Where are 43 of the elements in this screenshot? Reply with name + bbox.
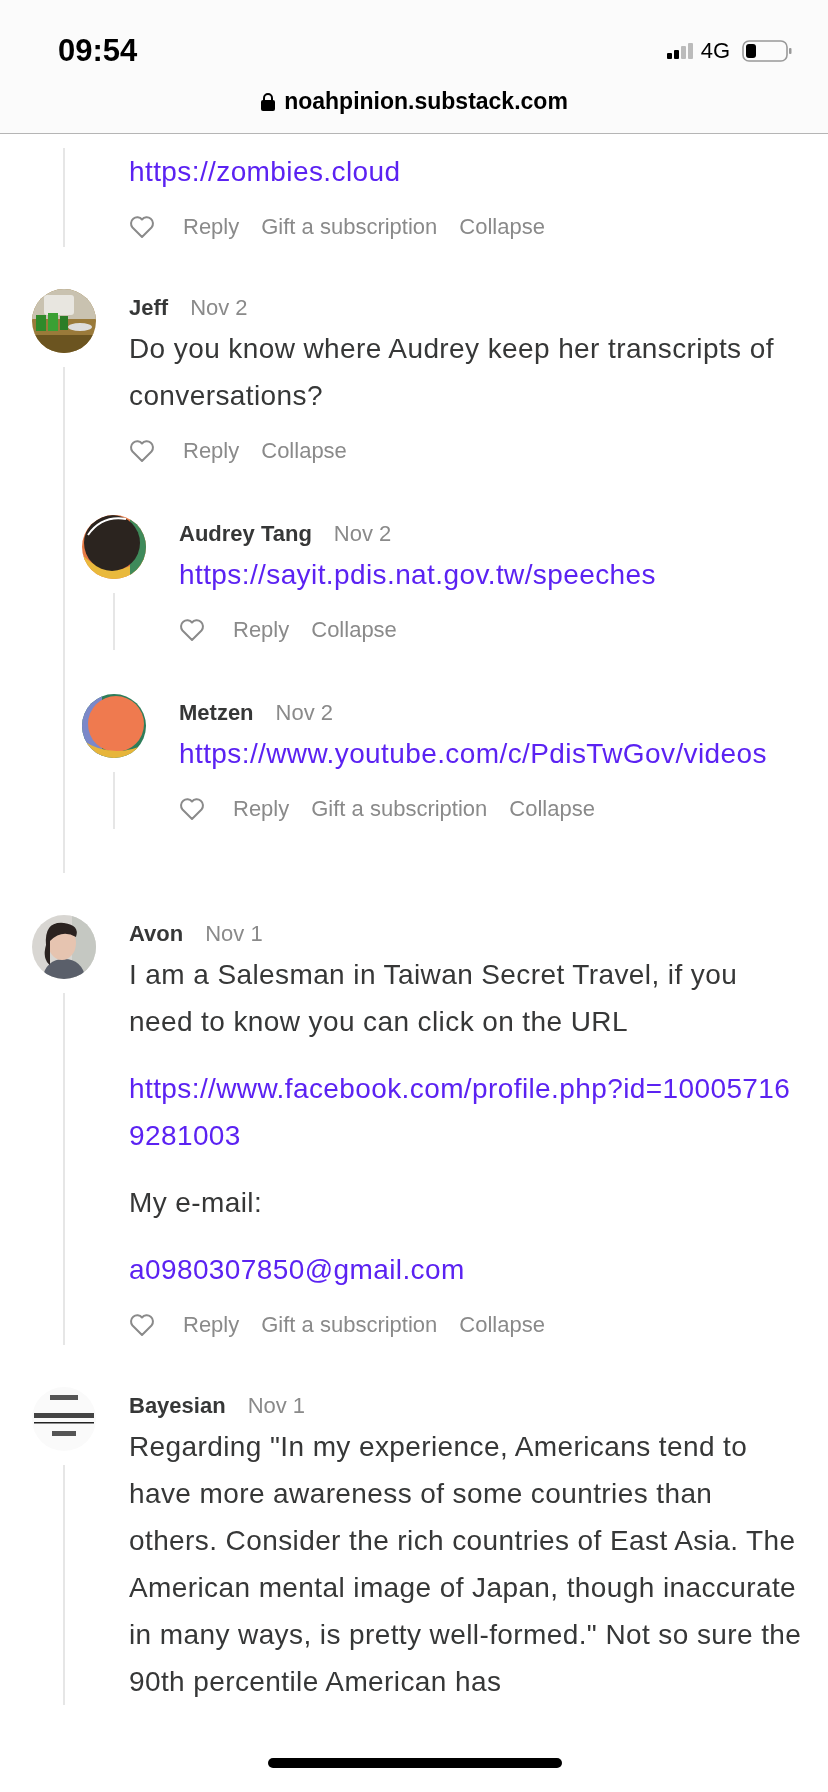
network-label: 4G: [700, 38, 730, 64]
comment-text: I am a Salesman in Taiwan Secret Travel, if you need to know you can click on the URL: [129, 958, 739, 1039]
comment-date: Nov 1: [205, 921, 263, 947]
comment-text: My e-mail:: [129, 1186, 264, 1220]
signal-icon: [666, 43, 693, 59]
action-link[interactable]: Collapse: [311, 617, 397, 643]
author-name[interactable]: Audrey Tang: [179, 521, 312, 547]
comment-text: Regarding "In my experience, Americans tend to have more awareness of some countries than others. Consider the rich countries of East Asia. The American mental image of Japan, though inaccurate in many ways, is pretty well-formed." Not so sure the 90th percentile American has: [129, 1430, 802, 1699]
action-link[interactable]: Collapse: [261, 438, 347, 464]
action-link[interactable]: Reply: [183, 214, 240, 240]
comment-link[interactable]: https://sayit.pdis.nat.gov.tw/speeches: [179, 551, 802, 598]
like-heart-icon[interactable]: [179, 617, 205, 643]
action-link[interactable]: Collapse: [459, 1312, 545, 1338]
like-heart-icon[interactable]: [179, 796, 205, 822]
like-heart-icon[interactable]: [129, 438, 155, 464]
clock: 09:54: [58, 33, 138, 69]
comment-text: Do you know where Audrey keep her transcripts of conversations?: [129, 332, 775, 413]
lock-icon: [260, 91, 277, 112]
author-name[interactable]: Metzen: [179, 700, 254, 726]
like-heart-icon[interactable]: [129, 214, 155, 240]
comment-link[interactable]: https://zombies.cloud: [129, 148, 802, 195]
comment-link[interactable]: https://www.facebook.com/profile.php?id=100057169281003: [129, 1065, 802, 1159]
action-link[interactable]: Collapse: [509, 796, 595, 822]
action-link[interactable]: Reply: [183, 1312, 240, 1338]
action-link[interactable]: Gift a subscription: [261, 214, 438, 240]
action-link[interactable]: Reply: [183, 438, 240, 464]
url-text[interactable]: noahpinion.substack.com: [284, 88, 568, 115]
comment-date: Nov 2: [275, 700, 334, 726]
like-heart-icon[interactable]: [129, 1312, 155, 1338]
comment-date: Nov 2: [333, 521, 392, 547]
comment-date: Nov 2: [190, 295, 248, 321]
comment-link[interactable]: a0980307850@gmail.com: [129, 1246, 802, 1293]
action-link[interactable]: Collapse: [459, 214, 545, 240]
author-name[interactable]: Jeff: [129, 295, 169, 321]
action-link[interactable]: Reply: [233, 617, 290, 643]
author-name[interactable]: Bayesian: [129, 1393, 226, 1419]
comment-date: Nov 1: [247, 1393, 306, 1419]
action-link[interactable]: Reply: [233, 796, 290, 822]
battery-icon: [742, 40, 792, 62]
comment-link[interactable]: https://www.youtube.com/c/PdisTwGov/videos: [179, 730, 802, 777]
action-link[interactable]: Gift a subscription: [261, 1312, 438, 1338]
author-name[interactable]: Avon: [129, 921, 184, 947]
action-link[interactable]: Gift a subscription: [311, 796, 488, 822]
